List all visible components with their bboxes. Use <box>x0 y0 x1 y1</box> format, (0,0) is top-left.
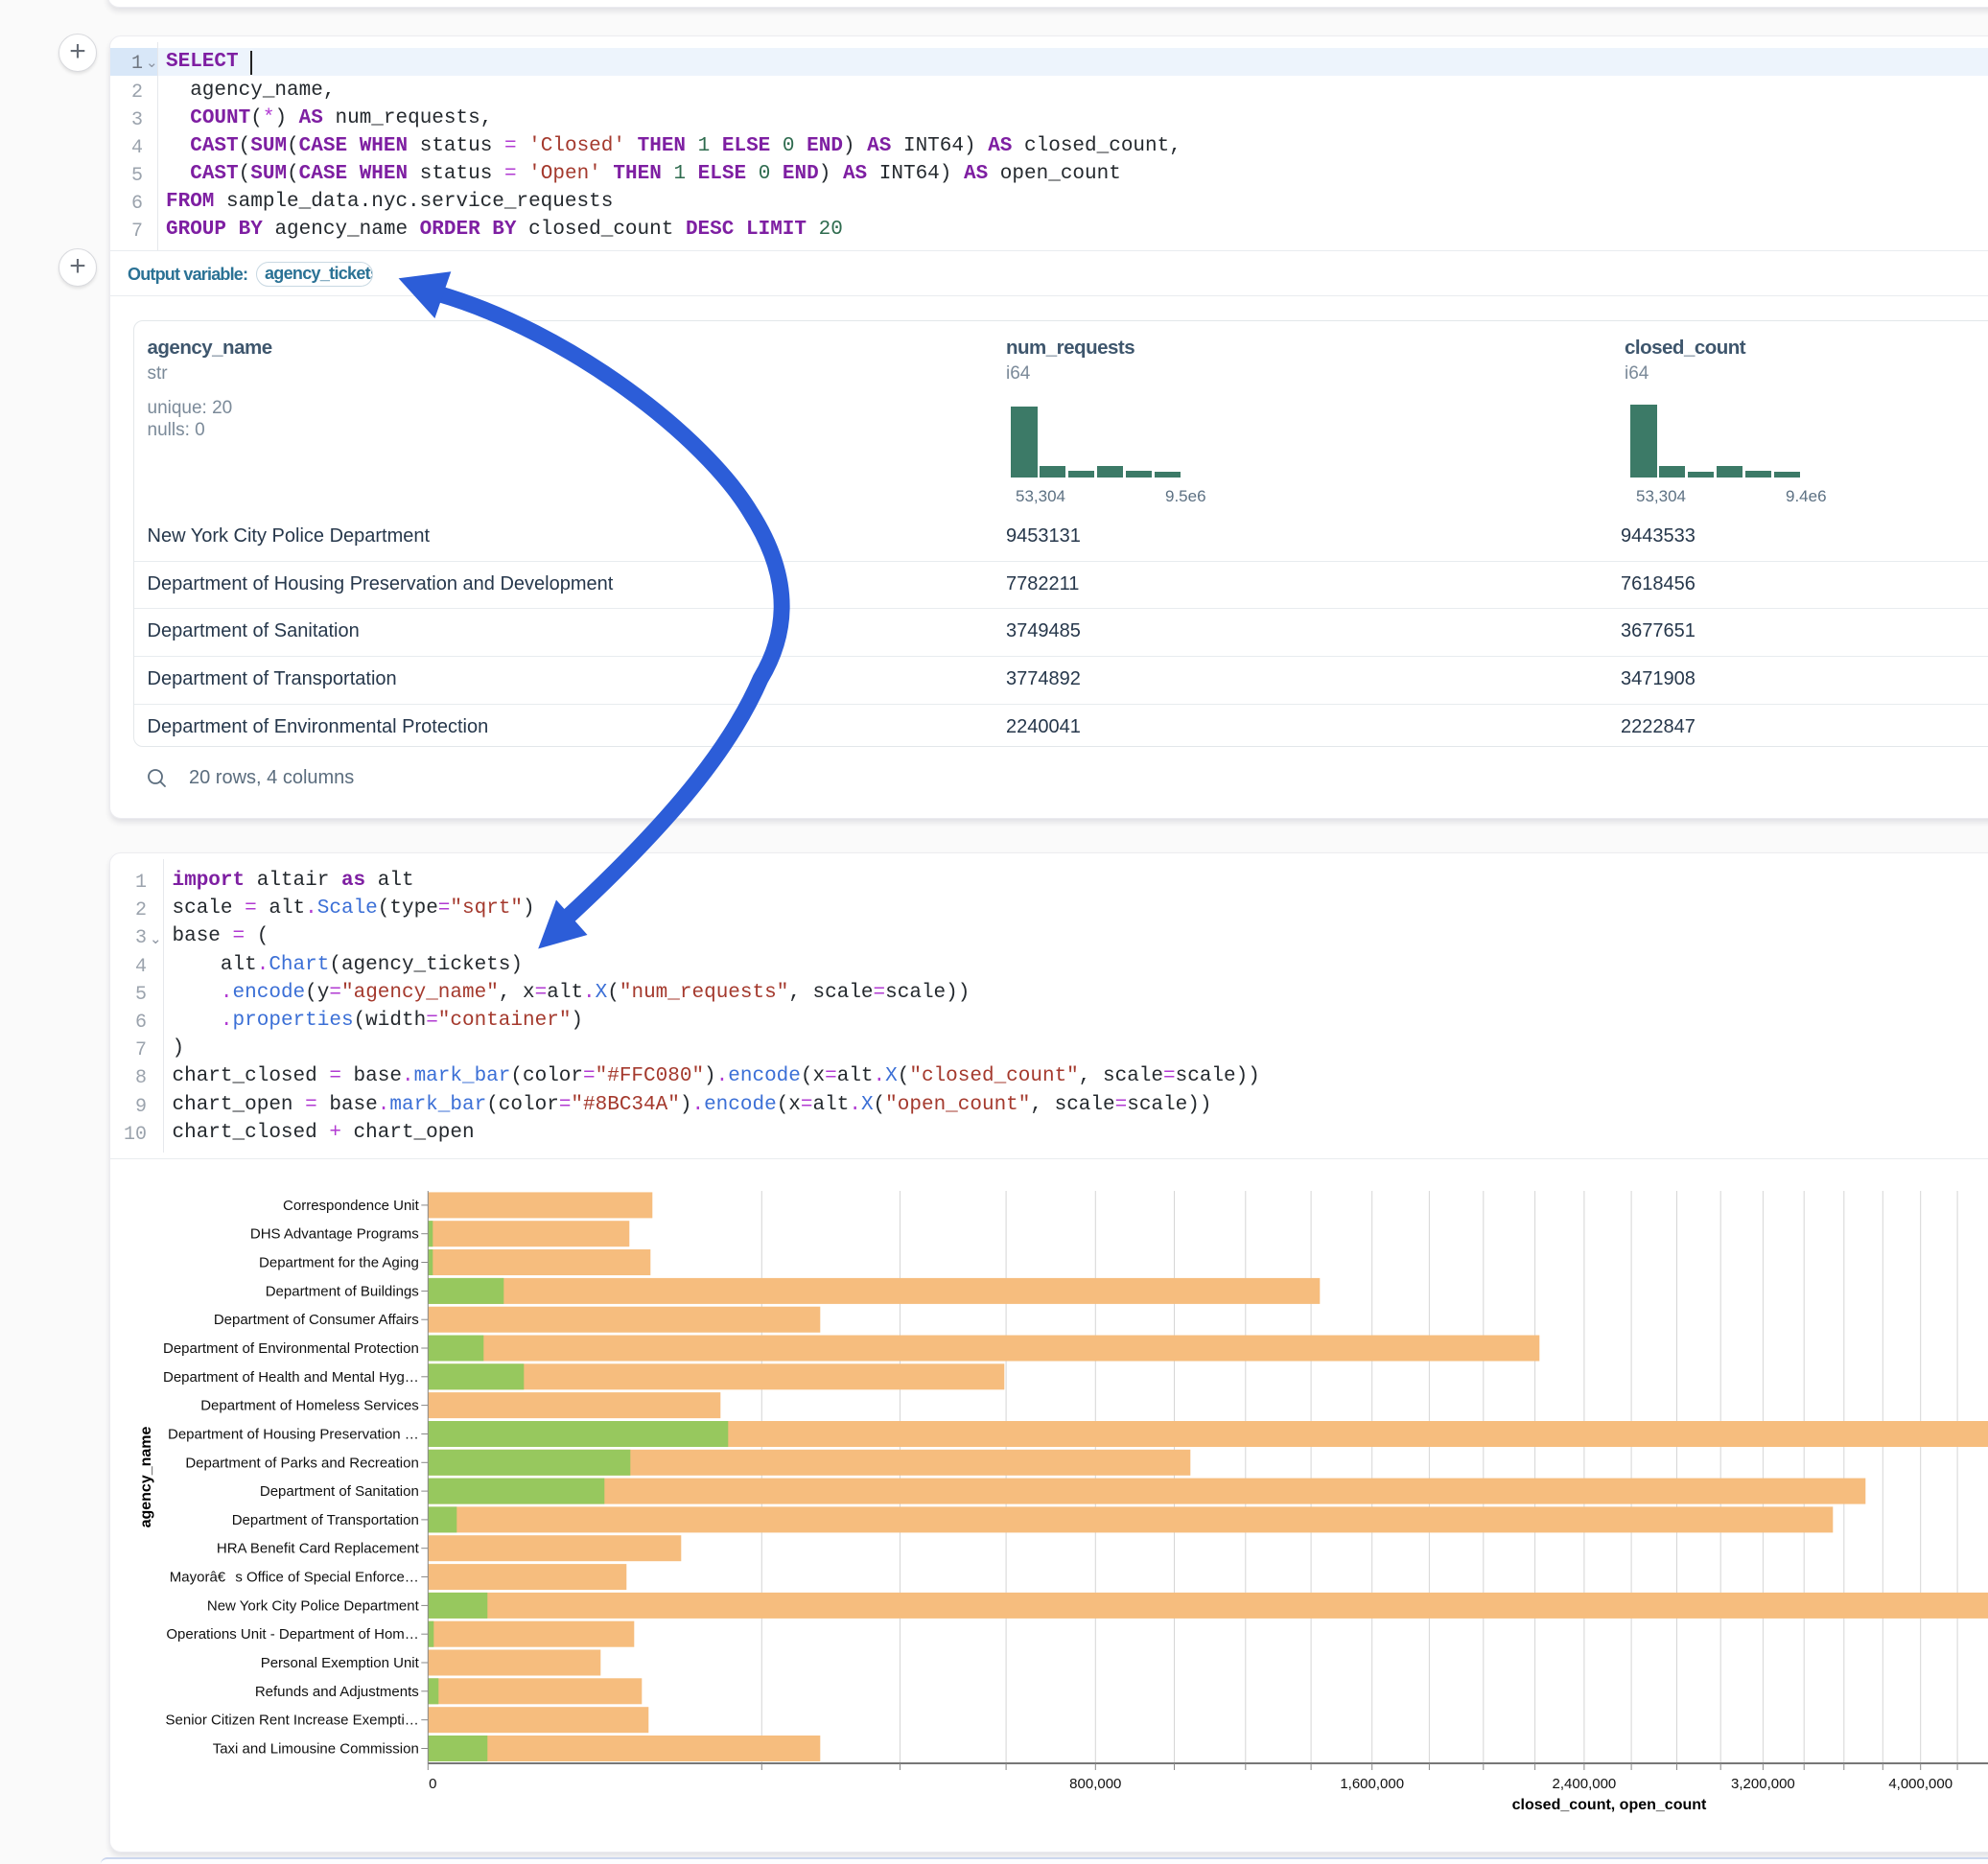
svg-text:Mayorâ€ s Office of Special: Mayorâ€ s Office of Special Enforce… <box>170 1570 419 1586</box>
svg-text:Personal Exemption Unit: Personal Exemption Unit <box>261 1655 420 1671</box>
svg-text:Department of Housing Preserva: Department of Housing Preservation … <box>168 1427 419 1443</box>
svg-text:Department of Parks and Recrea: Department of Parks and Recreation <box>185 1455 418 1471</box>
svg-text:Senior Citizen Rent Increase E: Senior Citizen Rent Increase Exempti… <box>166 1713 419 1729</box>
svg-text:Department for the Aging: Department for the Aging <box>259 1255 419 1271</box>
svg-text:HRA Benefit Card Replacement: HRA Benefit Card Replacement <box>217 1541 420 1557</box>
svg-text:New York City Police Departmen: New York City Police Department <box>207 1597 420 1614</box>
svg-text:Department of Buildings: Department of Buildings <box>266 1283 419 1299</box>
svg-text:closed_count, open_count: closed_count, open_count <box>1512 1797 1707 1813</box>
svg-text:800,000: 800,000 <box>1069 1776 1121 1792</box>
svg-text:2,400,000: 2,400,000 <box>1553 1776 1617 1792</box>
svg-text:Department of Consumer Affairs: Department of Consumer Affairs <box>214 1312 419 1328</box>
svg-text:agency_name: agency_name <box>138 1426 154 1527</box>
svg-text:Department of Health and Menta: Department of Health and Mental Hyg… <box>163 1369 419 1386</box>
svg-text:3,200,000: 3,200,000 <box>1731 1776 1795 1792</box>
svg-text:4,000,000: 4,000,000 <box>1888 1776 1953 1792</box>
svg-text:Refunds and Adjustments: Refunds and Adjustments <box>255 1684 419 1700</box>
svg-text:Taxi and Limousine Commission: Taxi and Limousine Commission <box>213 1741 419 1758</box>
svg-text:Department of Environmental Pr: Department of Environmental Protection <box>163 1340 419 1357</box>
svg-text:Department of Homeless Service: Department of Homeless Services <box>200 1398 419 1414</box>
svg-text:Department of Sanitation: Department of Sanitation <box>260 1483 419 1500</box>
svg-text:Operations Unit - Department o: Operations Unit - Department of Hom… <box>166 1626 418 1643</box>
svg-text:Department of Transportation: Department of Transportation <box>232 1512 419 1528</box>
svg-text:Correspondence Unit: Correspondence Unit <box>283 1198 420 1214</box>
svg-text:DHS Advantage Programs: DHS Advantage Programs <box>250 1226 419 1243</box>
svg-text:0: 0 <box>429 1776 436 1792</box>
svg-text:1,600,000: 1,600,000 <box>1340 1776 1404 1792</box>
